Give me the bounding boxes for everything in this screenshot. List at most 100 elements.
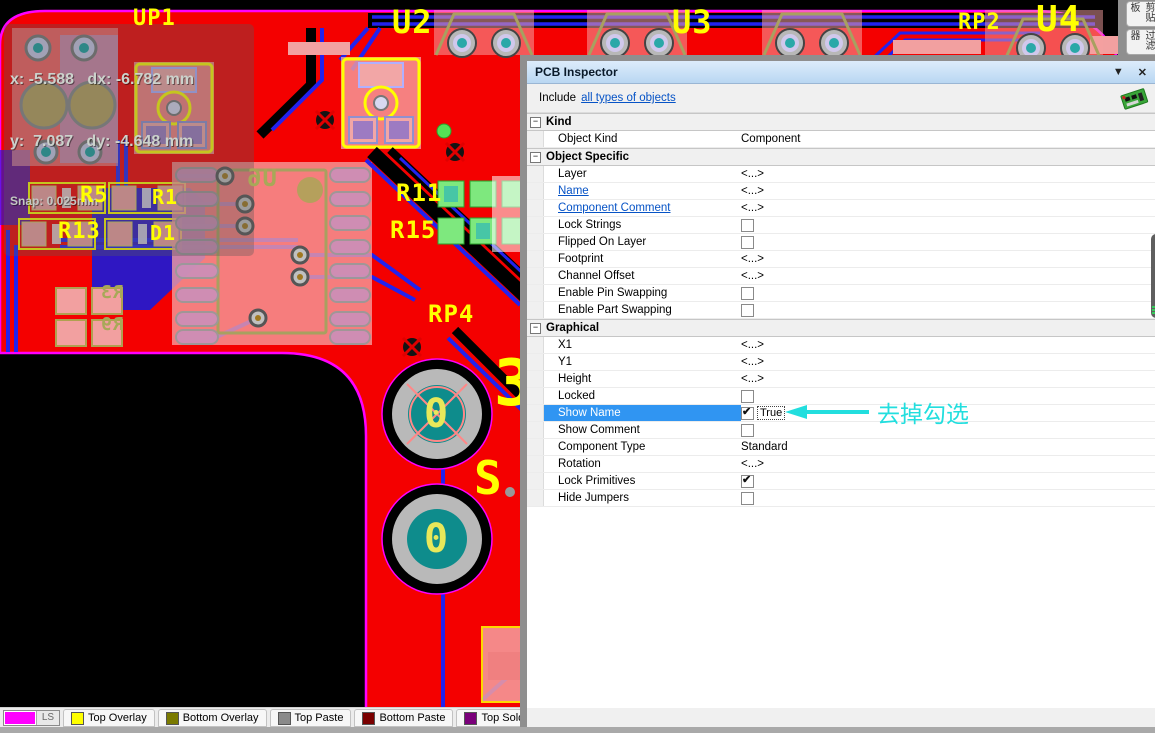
property-value[interactable]: <...> (741, 185, 1155, 197)
row-gutter (527, 183, 544, 199)
property-value[interactable]: <...> (741, 168, 1155, 180)
checkbox[interactable] (741, 492, 754, 505)
checkbox[interactable] (741, 390, 754, 403)
row-enable-pin-swapping[interactable]: Enable Pin Swapping (527, 285, 1155, 302)
layer-tabs-bar: LS Top Overlay Bottom Overlay Top Paste … (0, 707, 563, 728)
scrollbar-thumb[interactable] (1151, 234, 1155, 318)
property-label: X1 (544, 339, 741, 351)
checkbox[interactable] (741, 219, 754, 232)
layer-tab-top-paste[interactable]: Top Paste (270, 709, 352, 727)
row-enable-part-swapping[interactable]: Enable Part Swapping (527, 302, 1155, 319)
side-tab-clipboard[interactable]: 剪贴板 (1126, 1, 1155, 27)
show-name-value[interactable]: True (757, 406, 785, 420)
designator-r11: R11 (396, 181, 442, 205)
section-label: Graphical (546, 322, 599, 334)
side-tab-filter[interactable]: 过滤器 (1126, 29, 1155, 55)
property-label: Y1 (544, 356, 741, 368)
row-gutter (527, 456, 544, 472)
current-layer-control[interactable]: LS (3, 710, 60, 726)
row-gutter (527, 302, 544, 318)
property-label: Enable Part Swapping (544, 304, 741, 316)
checkbox[interactable] (741, 424, 754, 437)
include-scope-link[interactable]: all types of objects (581, 92, 676, 104)
current-layer-label: LS (36, 711, 59, 725)
row-gutter (527, 422, 544, 438)
designator-r13: R13 (58, 221, 101, 243)
row-layer[interactable]: Layer<...> (527, 166, 1155, 183)
designator-r1: R1 (152, 187, 178, 207)
property-value[interactable]: Standard (741, 441, 1155, 453)
row-rotation[interactable]: Rotation<...> (527, 456, 1155, 473)
collapse-icon[interactable]: − (530, 117, 541, 128)
hud-x: x: -5.588 dx: -6.782 mm (10, 70, 248, 91)
layer-tab-top-overlay[interactable]: Top Overlay (63, 709, 155, 727)
row-gutter (527, 439, 544, 455)
row-gutter (527, 268, 544, 284)
collapse-icon[interactable]: − (530, 323, 541, 334)
designator-u6-mirrored: U6 (246, 166, 277, 190)
panel-header[interactable]: PCB Inspector ▼ ✕ (527, 61, 1155, 84)
section-object-specific[interactable]: −Object Specific (527, 148, 1155, 166)
checkbox[interactable] (741, 475, 754, 488)
property-label-link[interactable]: Component Comment (544, 202, 741, 214)
panel-close-icon[interactable]: ✕ (1138, 66, 1147, 79)
layer-tab-bottom-paste[interactable]: Bottom Paste (354, 709, 453, 727)
property-label: Lock Primitives (544, 475, 741, 487)
row-gutter (527, 388, 544, 404)
designator-up1: UP1 (133, 8, 176, 30)
layer-color-swatch (464, 712, 477, 725)
row-gutter (527, 285, 544, 301)
docked-panel-tab-strip: 剪贴板 过滤器 (1118, 0, 1155, 55)
property-label: Lock Strings (544, 219, 741, 231)
property-value[interactable]: <...> (741, 270, 1155, 282)
row-lock-primitives[interactable]: Lock Primitives (527, 473, 1155, 490)
property-value[interactable]: Component (741, 133, 1155, 145)
property-value[interactable]: <...> (741, 373, 1155, 385)
current-layer-swatch (5, 712, 35, 724)
section-kind[interactable]: −Kind (527, 113, 1155, 131)
pcb-board-icon (1119, 86, 1149, 110)
property-label-link[interactable]: Name (544, 185, 741, 197)
designator-r9-mirrored: R9 (100, 316, 124, 334)
row-component-type[interactable]: Component TypeStandard (527, 439, 1155, 456)
heads-up-display: x: -5.588 dx: -6.782 mm y: 7.087 dy: -4.… (4, 24, 254, 256)
show-name-checkbox[interactable] (741, 407, 754, 420)
designator-u3: U3 (672, 6, 713, 38)
pcb-inspector-panel: PCB Inspector ▼ ✕ Include all types of o… (520, 55, 1155, 733)
checkbox[interactable] (741, 304, 754, 317)
scrollbar-grip-icon (1151, 305, 1155, 314)
annotation: 去掉勾选 (785, 395, 969, 429)
layer-tab-bottom-overlay[interactable]: Bottom Overlay (158, 709, 267, 727)
row-height[interactable]: Height<...> (527, 371, 1155, 388)
row-y1[interactable]: Y1<...> (527, 354, 1155, 371)
property-value[interactable]: <...> (741, 339, 1155, 351)
row-gutter (527, 337, 544, 353)
property-value[interactable]: <...> (741, 356, 1155, 368)
row-channel-offset[interactable]: Channel Offset<...> (527, 268, 1155, 285)
property-value[interactable]: <...> (741, 202, 1155, 214)
section-graphical[interactable]: −Graphical (527, 319, 1155, 337)
hud-y: y: 7.087 dy: -4.648 mm (10, 132, 248, 153)
row-lock-strings[interactable]: Lock Strings (527, 217, 1155, 234)
property-value[interactable]: <...> (741, 458, 1155, 470)
property-label: Layer (544, 168, 741, 180)
property-value[interactable]: <...> (741, 253, 1155, 265)
row-name[interactable]: Name<...> (527, 183, 1155, 200)
row-hide-jumpers[interactable]: Hide Jumpers (527, 490, 1155, 507)
designator-u2: U2 (392, 6, 433, 38)
row-footprint[interactable]: Footprint<...> (527, 251, 1155, 268)
checkbox[interactable] (741, 236, 754, 249)
row-object-kind[interactable]: Object KindComponent (527, 131, 1155, 148)
designator-r15: R15 (390, 218, 436, 242)
row-gutter (527, 131, 544, 147)
row-flipped-on-layer[interactable]: Flipped On Layer (527, 234, 1155, 251)
checkbox[interactable] (741, 287, 754, 300)
row-component-comment[interactable]: Component Comment<...> (527, 200, 1155, 217)
row-x1[interactable]: X1<...> (527, 337, 1155, 354)
annotation-text: 去掉勾选 (877, 395, 969, 429)
designator-rp2: RP2 (958, 12, 1001, 34)
panel-title: PCB Inspector (535, 65, 618, 79)
designator-rp4: RP4 (428, 302, 474, 326)
panel-menu-icon[interactable]: ▼ (1113, 66, 1124, 78)
collapse-icon[interactable]: − (530, 152, 541, 163)
